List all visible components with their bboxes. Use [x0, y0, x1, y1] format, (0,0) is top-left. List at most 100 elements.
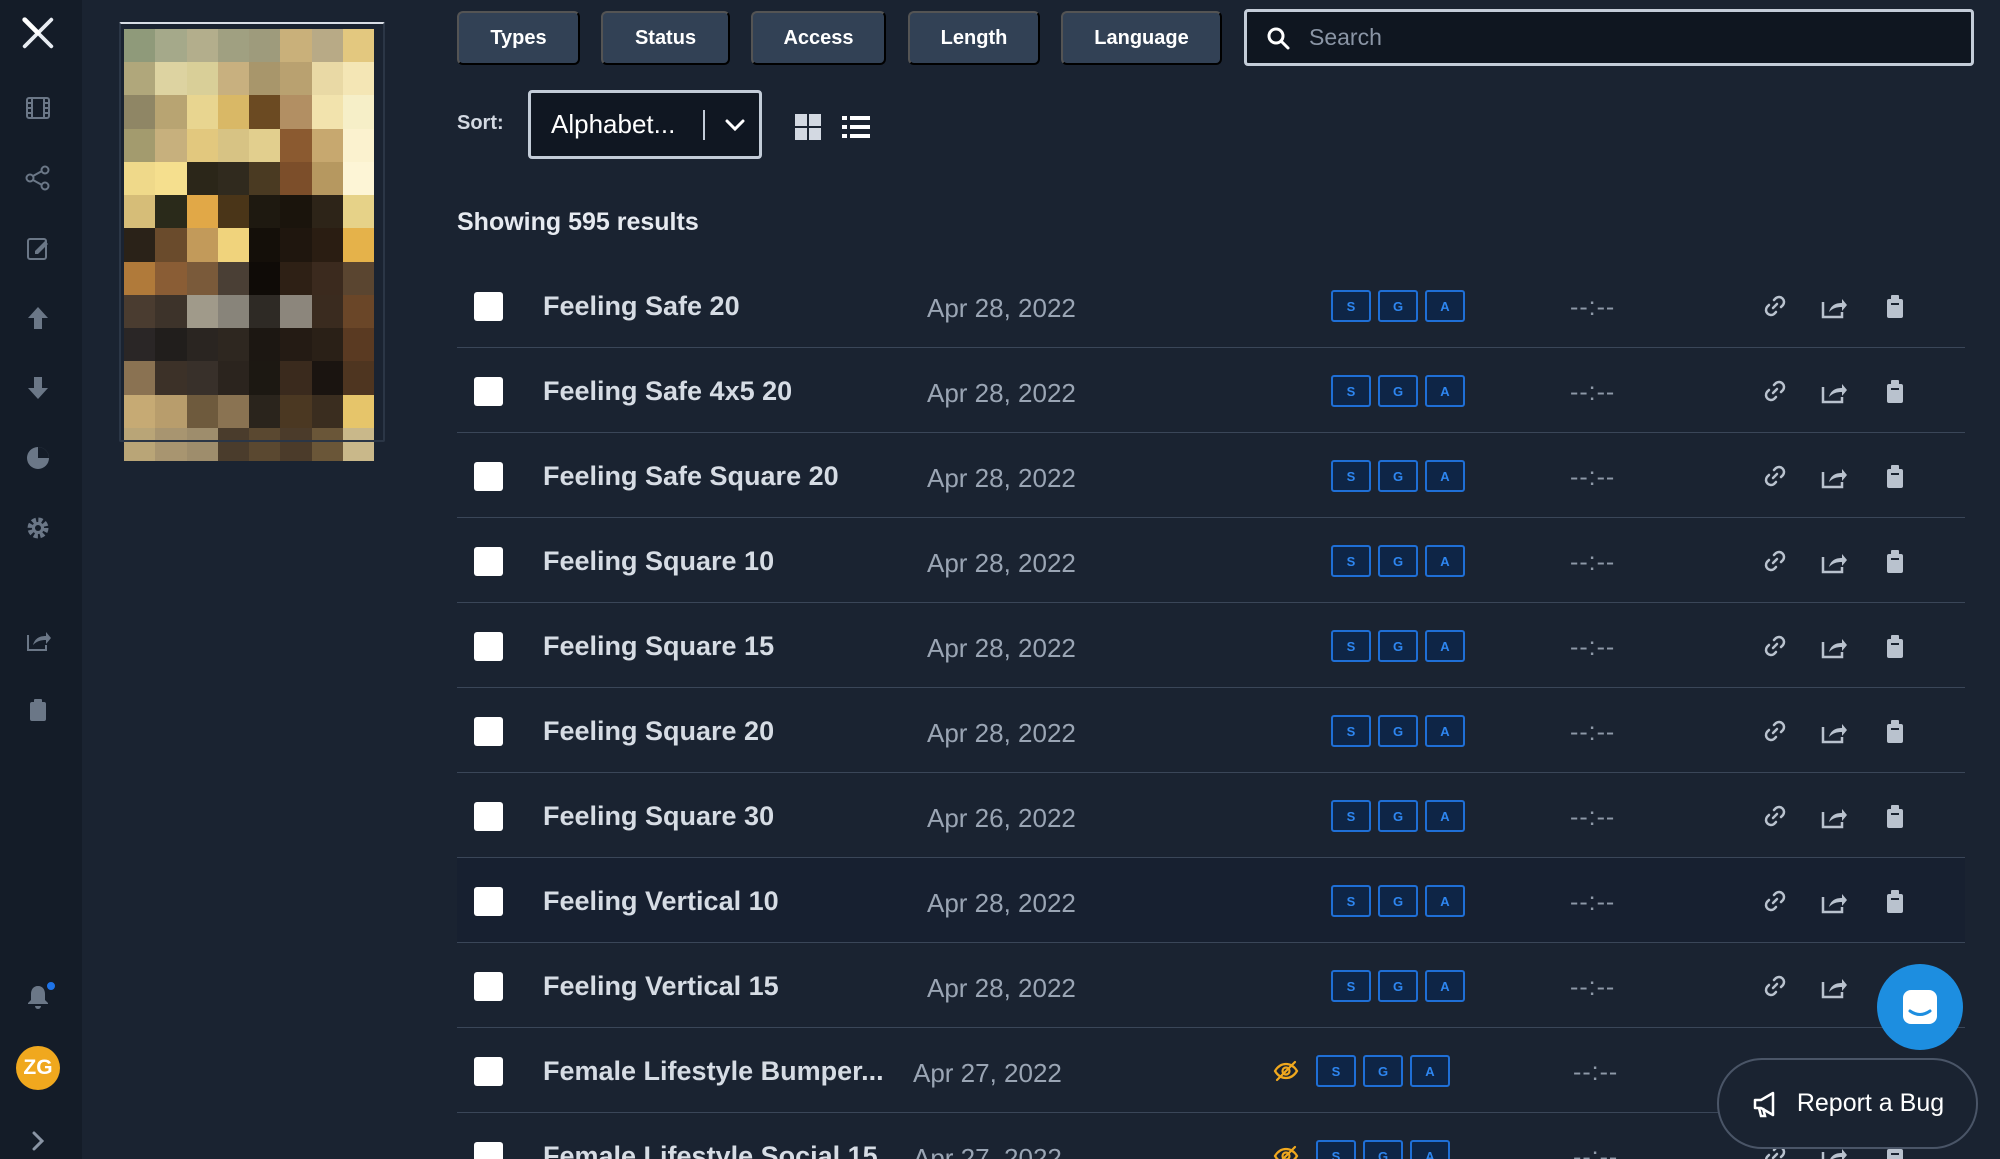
row-checkbox[interactable]: [474, 887, 503, 916]
clipboard-icon[interactable]: [1880, 886, 1910, 916]
list-view-icon[interactable]: [841, 112, 871, 142]
share-icon[interactable]: [1819, 546, 1849, 576]
table-row[interactable]: Feeling Safe Square 20 Apr 28, 2022 S G A --:…: [457, 433, 1965, 518]
row-checkbox[interactable]: [474, 632, 503, 661]
pie-chart-icon[interactable]: [19, 439, 57, 477]
row-name[interactable]: Female Lifestyle Social 15: [543, 1141, 878, 1159]
link-icon[interactable]: [1760, 971, 1790, 1001]
edit-clipboard-icon[interactable]: [19, 229, 57, 267]
row-name[interactable]: Feeling Square 15: [543, 631, 774, 662]
clipboard-icon[interactable]: [1880, 291, 1910, 321]
badge-s: S: [1316, 1055, 1356, 1087]
bell-icon[interactable]: [19, 978, 57, 1016]
sort-dropdown[interactable]: Alphabet...: [528, 90, 762, 159]
chevron-down-icon: [715, 105, 755, 145]
status-filter-button[interactable]: Status: [601, 11, 730, 65]
table-row[interactable]: Feeling Square 10 Apr 28, 2022 S G A --:--: [457, 518, 1965, 603]
language-filter-button[interactable]: Language: [1061, 11, 1222, 65]
access-filter-button[interactable]: Access: [751, 11, 886, 65]
film-icon[interactable]: [19, 89, 57, 127]
length-filter-button[interactable]: Length: [908, 11, 1040, 65]
sort-divider: [703, 109, 705, 140]
row-name[interactable]: Feeling Vertical 15: [543, 971, 779, 1002]
chat-launcher-button[interactable]: [1877, 964, 1963, 1050]
share-icon[interactable]: [1819, 801, 1849, 831]
row-name[interactable]: Feeling Safe 20: [543, 291, 740, 322]
row-checkbox[interactable]: [474, 1057, 503, 1086]
download-arrow-icon[interactable]: [19, 369, 57, 407]
report-bug-label: Report a Bug: [1796, 1089, 1945, 1117]
row-length: --:--: [1570, 888, 1616, 916]
row-date: Apr 27, 2022: [913, 1143, 1062, 1159]
badge-s: S: [1331, 290, 1371, 322]
search-input[interactable]: [1309, 24, 1949, 51]
share-icon[interactable]: [1819, 886, 1849, 916]
link-icon[interactable]: [1760, 546, 1790, 576]
row-badges: SGA: [1273, 1055, 1450, 1087]
row-name[interactable]: Feeling Safe 4x5 20: [543, 376, 792, 407]
badge-s: S: [1331, 375, 1371, 407]
row-checkbox[interactable]: [474, 292, 503, 321]
report-bug-button[interactable]: Report a Bug: [1717, 1058, 1978, 1149]
table-row[interactable]: Feeling Square 30 Apr 26, 2022 S G A --:--: [457, 773, 1965, 858]
share-icon[interactable]: [1819, 376, 1849, 406]
x-logo-icon[interactable]: [19, 14, 57, 52]
row-date: Apr 28, 2022: [927, 888, 1076, 918]
badge-a: A: [1425, 885, 1465, 917]
row-checkbox[interactable]: [474, 717, 503, 746]
clipboard-icon[interactable]: [1880, 631, 1910, 661]
table-row[interactable]: Feeling Square 20 Apr 28, 2022 S G A --:--: [457, 688, 1965, 773]
table-row[interactable]: Feeling Safe 4x5 20 Apr 28, 2022 S G A --:--: [457, 348, 1965, 433]
row-name[interactable]: Feeling Safe Square 20: [543, 461, 839, 492]
share-icon[interactable]: [1819, 291, 1849, 321]
row-checkbox[interactable]: [474, 972, 503, 1001]
row-name[interactable]: Feeling Square 30: [543, 801, 774, 832]
link-icon[interactable]: [1760, 631, 1790, 661]
megaphone-icon: [1753, 1091, 1775, 1117]
row-checkbox[interactable]: [474, 377, 503, 406]
link-icon[interactable]: [1760, 886, 1790, 916]
grid-view-icon[interactable]: [793, 112, 823, 142]
row-date: Apr 28, 2022: [927, 548, 1076, 578]
link-icon[interactable]: [1760, 801, 1790, 831]
table-row[interactable]: Feeling Vertical 10 Apr 28, 2022 S G A --:--: [457, 858, 1965, 943]
clipboard-icon[interactable]: [1880, 801, 1910, 831]
link-icon[interactable]: [1760, 461, 1790, 491]
link-icon[interactable]: [1760, 376, 1790, 406]
share-icon[interactable]: [1819, 971, 1849, 1001]
table-row[interactable]: Feeling Vertical 15 Apr 28, 2022 S G A --:--: [457, 943, 1965, 1028]
share-nodes-icon[interactable]: [19, 159, 57, 197]
row-name[interactable]: Female Lifestyle Bumper...: [543, 1056, 884, 1087]
row-badges: SGA: [1331, 885, 1465, 917]
clipboard-icon[interactable]: [1880, 546, 1910, 576]
clipboard-icon[interactable]: [1880, 716, 1910, 746]
row-name[interactable]: Feeling Vertical 10: [543, 886, 779, 917]
upload-arrow-icon[interactable]: [19, 299, 57, 337]
avatar[interactable]: ZG: [16, 1046, 60, 1090]
row-date: Apr 28, 2022: [927, 378, 1076, 408]
link-icon[interactable]: [1760, 716, 1790, 746]
row-checkbox[interactable]: [474, 547, 503, 576]
export-icon[interactable]: [19, 621, 57, 659]
row-checkbox[interactable]: [474, 1142, 503, 1159]
row-checkbox[interactable]: [474, 802, 503, 831]
eye-slash-icon: [1273, 1060, 1299, 1082]
expand-chevron-icon[interactable]: [19, 1122, 57, 1159]
share-icon[interactable]: [1819, 631, 1849, 661]
eye-slash-icon: [1273, 1145, 1299, 1159]
share-icon[interactable]: [1819, 716, 1849, 746]
table-row[interactable]: Feeling Square 15 Apr 28, 2022 S G A --:--: [457, 603, 1965, 688]
types-filter-button[interactable]: Types: [457, 11, 580, 65]
clipboard-icon[interactable]: [1880, 461, 1910, 491]
gear-icon[interactable]: [19, 509, 57, 547]
clipboard-icon[interactable]: [1880, 376, 1910, 406]
chat-icon: [1903, 990, 1937, 1024]
clipboard-icon[interactable]: [19, 691, 57, 729]
table-row[interactable]: Feeling Safe 20 Apr 28, 2022 S G A --:--: [457, 263, 1965, 348]
row-name[interactable]: Feeling Square 10: [543, 546, 774, 577]
row-checkbox[interactable]: [474, 462, 503, 491]
link-icon[interactable]: [1760, 291, 1790, 321]
share-icon[interactable]: [1819, 461, 1849, 491]
row-length: --:--: [1570, 718, 1616, 746]
row-name[interactable]: Feeling Square 20: [543, 716, 774, 747]
